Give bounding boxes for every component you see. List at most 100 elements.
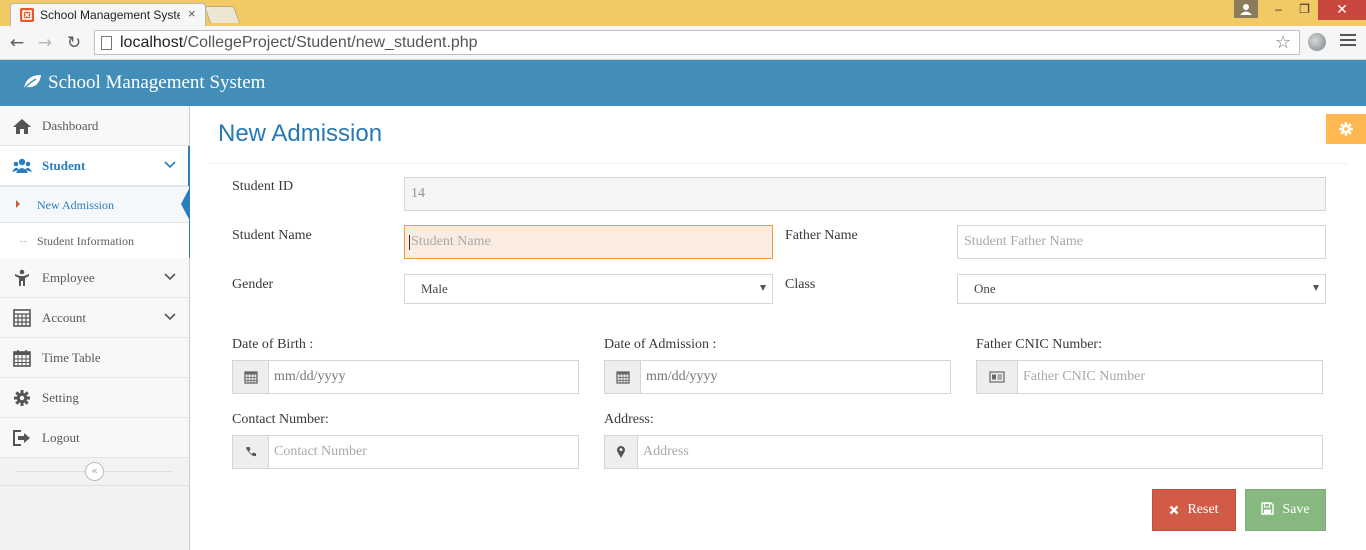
student-id-label: Student ID — [232, 179, 294, 194]
sidebar-item-label: Time Table — [42, 350, 101, 365]
sidebar-subitem-new-admission[interactable]: New Admission — [0, 186, 190, 222]
sidebar-item-setting[interactable]: Setting — [0, 378, 189, 418]
sidebar-subitem-student-information[interactable]: Student Information — [0, 222, 189, 258]
page-title: New Admission — [218, 120, 383, 147]
tree-dash — [20, 241, 27, 242]
contact-addon — [233, 436, 269, 468]
xampp-favicon-icon — [20, 8, 34, 22]
sidebar-item-employee[interactable]: Employee — [0, 258, 189, 298]
student-name-placeholder: Student Name — [411, 234, 491, 249]
class-selected-value: One — [974, 281, 996, 296]
sidebar-item-label: Account — [42, 310, 87, 325]
home-icon — [13, 119, 31, 134]
gender-select[interactable]: Male — [404, 274, 773, 304]
address-placeholder: Address — [643, 444, 689, 459]
browser-toolbar: ← → ↻ localhost/CollegeProject/Student/n… — [0, 26, 1366, 60]
app-navbar: School Management System — [0, 60, 1366, 106]
save-button-label: Save — [1282, 502, 1310, 517]
dob-addon — [233, 361, 269, 393]
chevron-down-icon — [164, 313, 176, 321]
chevron-down-icon — [164, 273, 176, 281]
extension-icon[interactable] — [1308, 33, 1326, 51]
forward-button[interactable]: → — [34, 32, 56, 54]
new-tab-button[interactable] — [203, 6, 241, 23]
doa-addon — [605, 361, 641, 393]
browser-menu-icon[interactable] — [1340, 34, 1356, 48]
class-select[interactable]: One — [957, 274, 1326, 304]
title-divider — [210, 163, 1347, 164]
sidebar-subitem-label: New Admission — [37, 198, 115, 212]
cnic-input[interactable]: Father CNIC Number — [976, 360, 1323, 394]
chevron-down-icon — [164, 161, 176, 169]
sidebar-item-dashboard[interactable]: Dashboard — [0, 106, 189, 146]
contact-placeholder: Contact Number — [274, 444, 367, 459]
reset-button[interactable]: Reset — [1152, 489, 1236, 531]
settings-toggle-button[interactable] — [1326, 114, 1366, 144]
sidebar-item-account[interactable]: Account — [0, 298, 189, 338]
brand[interactable]: School Management System — [22, 72, 265, 94]
sidebar-item-label: Logout — [42, 430, 80, 445]
gender-selected-value: Male — [421, 281, 448, 296]
reset-button-label: Reset — [1187, 502, 1219, 517]
main-content: New Admission Student ID 14 Student Name… — [190, 106, 1366, 550]
address-bar[interactable]: localhost/CollegeProject/Student/new_stu… — [94, 30, 1300, 55]
dob-label: Date of Birth : — [232, 337, 314, 352]
dropdown-caret-icon — [1313, 285, 1319, 291]
calendar-icon — [13, 350, 31, 367]
users-icon — [12, 158, 32, 173]
floppy-disk-icon — [1261, 502, 1275, 515]
bookmark-star-icon[interactable]: ☆ — [1275, 31, 1291, 55]
caret-right-icon — [16, 200, 20, 208]
contact-label: Contact Number: — [232, 412, 329, 427]
cnic-addon — [977, 361, 1018, 393]
cnic-placeholder: Father CNIC Number — [1023, 369, 1146, 384]
window-minimize-button[interactable]: ‒ — [1266, 0, 1291, 20]
browser-tab[interactable]: School Management Syste × — [10, 3, 206, 26]
sidebar-collapse-button[interactable]: « — [85, 462, 104, 481]
url-text: localhost/CollegeProject/Student/new_stu… — [120, 33, 478, 53]
page-icon — [101, 36, 112, 50]
url-path: /CollegeProject/Student/new_student.php — [183, 34, 478, 51]
sidebar-item-label: Employee — [42, 270, 95, 285]
contact-input[interactable]: Contact Number — [232, 435, 579, 469]
back-button[interactable]: ← — [6, 32, 28, 54]
id-card-icon — [989, 371, 1005, 383]
logout-icon — [13, 430, 30, 446]
address-addon — [605, 436, 638, 468]
profile-button[interactable] — [1234, 0, 1258, 18]
sidebar-item-logout[interactable]: Logout — [0, 418, 189, 458]
phone-icon — [245, 447, 256, 457]
father-name-label: Father Name — [785, 228, 858, 243]
window-close-button[interactable]: ✕ — [1318, 0, 1366, 20]
address-input[interactable]: Address — [604, 435, 1323, 469]
url-host: localhost — [120, 34, 184, 51]
tab-close-icon[interactable]: × — [188, 6, 196, 22]
dob-input[interactable]: mm/dd/yyyy — [232, 360, 579, 394]
sidebar-item-label: Student — [42, 158, 86, 173]
sidebar-collapse-bar: « — [0, 458, 189, 486]
doa-input[interactable]: mm/dd/yyyy — [604, 360, 951, 394]
reload-button[interactable]: ↻ — [63, 32, 85, 54]
browser-tab-title: School Management Syste — [40, 8, 180, 22]
doa-placeholder: mm/dd/yyyy — [646, 369, 718, 384]
father-name-placeholder: Student Father Name — [964, 234, 1083, 249]
sidebar-item-label: Setting — [42, 390, 79, 405]
map-marker-icon — [617, 445, 625, 458]
dropdown-caret-icon — [760, 285, 766, 291]
class-label: Class — [785, 277, 816, 292]
sidebar-item-time-table[interactable]: Time Table — [0, 338, 189, 378]
dob-placeholder: mm/dd/yyyy — [274, 369, 346, 384]
gender-label: Gender — [232, 277, 274, 292]
window-maximize-button[interactable]: ❐ — [1292, 0, 1317, 20]
student-name-input[interactable]: Student Name — [404, 225, 773, 259]
gear-icon — [1339, 122, 1353, 136]
cnic-label: Father CNIC Number: — [976, 337, 1102, 352]
sidebar-item-label: Dashboard — [42, 118, 99, 133]
sidebar-item-student[interactable]: Student — [0, 146, 190, 186]
person-icon — [15, 269, 29, 286]
save-button[interactable]: Save — [1245, 489, 1326, 531]
times-icon — [1170, 505, 1179, 515]
father-name-input[interactable]: Student Father Name — [957, 225, 1326, 259]
brand-title: School Management System — [48, 72, 266, 93]
leaf-icon — [22, 75, 41, 91]
